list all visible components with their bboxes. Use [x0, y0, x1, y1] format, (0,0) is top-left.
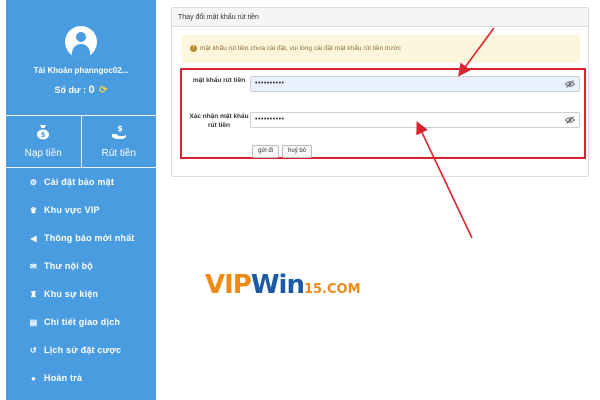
warning-alert: ! mật khẩu rút tiền chưa cài đặt, vui lòn… [182, 35, 580, 63]
panel-title: Thay đổi mật khẩu rút tiền [172, 8, 588, 27]
withdraw-button[interactable]: $ Rút tiền [80, 116, 157, 167]
hand-money-icon: $ [82, 124, 157, 142]
submit-button[interactable]: gửi đi [252, 145, 280, 158]
sidebar-item-inbox[interactable]: ✉ Thư nội bộ [6, 252, 156, 280]
balance-label: Số dư : [54, 85, 86, 95]
sidebar-item-label: Thông báo mới nhất [44, 233, 135, 243]
clipboard-icon: ▤ [29, 317, 38, 327]
refund-icon: ● [30, 373, 37, 383]
sidebar-item-security[interactable]: ⚙ Cài đặt bảo mật [6, 168, 156, 196]
account-name: Tài Khoản phanngoc02... [33, 66, 129, 75]
sidebar-item-label: Lịch sử đặt cược [44, 345, 122, 355]
money-bag-icon: $ [6, 124, 81, 142]
warning-icon: ! [190, 44, 197, 52]
crown-icon: ♛ [29, 205, 38, 215]
sidebar-item-label: Khu sự kiện [44, 289, 99, 299]
quick-actions: $ Nạp tiền $ Rút tiền [6, 115, 156, 168]
profile-section: Tài Khoản phanngoc02... Số dư : 0 ⟳ [6, 0, 156, 115]
confirm-password-label: Xác nhận mật khẩu rút tiền [189, 113, 249, 129]
confirm-password-value: •••••••••• [255, 116, 285, 123]
sidebar-item-bet-history[interactable]: ↺ Lịch sử đặt cược [6, 336, 156, 364]
password-form: mật khẩu rút tiền •••••••••• Xác nhận mậ… [180, 68, 586, 159]
trophy-icon: ♜ [29, 289, 38, 299]
logo-part-3: 15.COM [303, 282, 361, 297]
eye-slash-icon[interactable] [565, 116, 575, 124]
logo-part-2: Win [250, 270, 305, 300]
sidebar-menu: ⚙ Cài đặt bảo mật ♛ Khu vực VIP ◀ Thông báo… [6, 168, 156, 392]
sidebar: Tài Khoản phanngoc02... Số dư : 0 ⟳ $ Nạ… [6, 0, 156, 400]
sidebar-item-vip[interactable]: ♛ Khu vực VIP [6, 196, 156, 224]
password-value: •••••••••• [255, 80, 285, 87]
password-label: mật khẩu rút tiền [192, 77, 246, 84]
sidebar-item-news[interactable]: ◀ Thông báo mới nhất [6, 224, 156, 252]
sidebar-item-label: Thư nội bộ [44, 261, 94, 271]
site-logo: VIPWin15.COM [205, 270, 361, 300]
sidebar-item-events[interactable]: ♜ Khu sự kiện [6, 280, 156, 308]
svg-text:$: $ [117, 124, 123, 133]
page-root: Tài Khoản phanngoc02... Số dư : 0 ⟳ $ Nạ… [0, 0, 600, 400]
sidebar-item-transactions[interactable]: ▤ Chi tiết giao dịch [6, 308, 156, 336]
password-input[interactable]: •••••••••• [250, 76, 580, 92]
cancel-button[interactable]: huỷ bỏ [282, 145, 313, 158]
logo-part-1: VIP [205, 270, 252, 300]
megaphone-icon: ◀ [30, 233, 37, 243]
sidebar-item-refund[interactable]: ● Hoàn trả [6, 364, 156, 392]
gear-icon: ⚙ [29, 177, 38, 187]
eye-slash-icon[interactable] [565, 80, 575, 88]
envelope-icon: ✉ [30, 261, 37, 271]
change-password-panel: Thay đổi mật khẩu rút tiền ! mật khẩu rút… [171, 7, 589, 177]
form-buttons: gửi đi huỷ bỏ [252, 145, 313, 158]
sidebar-item-label: Khu vực VIP [44, 205, 100, 215]
balance: Số dư : 0 ⟳ [6, 84, 156, 96]
avatar [65, 26, 97, 58]
refresh-icon[interactable]: ⟳ [99, 85, 107, 96]
sidebar-item-label: Cài đặt bảo mật [44, 177, 115, 187]
balance-value: 0 [88, 84, 95, 96]
sidebar-item-label: Chi tiết giao dịch [44, 317, 121, 327]
history-icon: ↺ [30, 345, 37, 355]
sidebar-item-label: Hoàn trả [44, 373, 83, 383]
deposit-button[interactable]: $ Nạp tiền [6, 116, 81, 167]
deposit-label: Nạp tiền [24, 148, 62, 159]
withdraw-label: Rút tiền [101, 148, 136, 159]
svg-text:$: $ [41, 131, 46, 139]
alert-text: mật khẩu rút tiền chưa cài đặt, vui lòng… [200, 45, 401, 52]
confirm-password-input[interactable]: •••••••••• [250, 112, 580, 128]
